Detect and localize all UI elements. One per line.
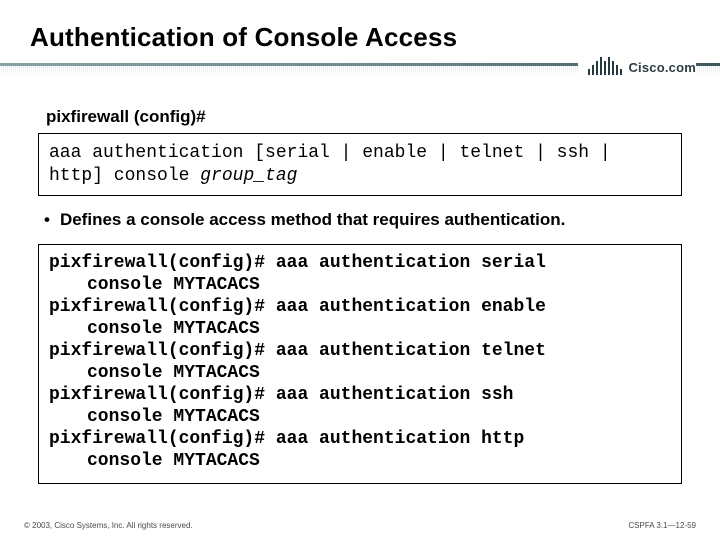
- example-line: pixfirewall(config)# aaa authentication …: [49, 297, 671, 341]
- example-part2: console MYTACACS: [49, 319, 671, 341]
- syntax-command: aaa authentication [serial | enable | te…: [49, 143, 611, 186]
- syntax-box: aaa authentication [serial | enable | te…: [38, 133, 682, 196]
- brand-text: Cisco.com: [628, 60, 696, 75]
- example-part1: pixfirewall(config)# aaa authentication …: [49, 385, 513, 405]
- divider: Cisco.com: [0, 59, 720, 89]
- copyright: © 2003, Cisco Systems, Inc. All rights r…: [24, 521, 193, 530]
- example-part1: pixfirewall(config)# aaa authentication …: [49, 297, 546, 317]
- example-box: pixfirewall(config)# aaa authentication …: [38, 244, 682, 484]
- example-part2: console MYTACACS: [49, 407, 671, 429]
- example-line: pixfirewall(config)# aaa authentication …: [49, 341, 671, 385]
- example-part1: pixfirewall(config)# aaa authentication …: [49, 429, 524, 449]
- syntax-arg: group_tag: [200, 166, 297, 186]
- example-line: pixfirewall(config)# aaa authentication …: [49, 253, 671, 297]
- example-line: pixfirewall(config)# aaa authentication …: [49, 385, 671, 429]
- example-part2: console MYTACACS: [49, 275, 671, 297]
- slide-title: Authentication of Console Access: [0, 0, 720, 59]
- bullet-dot-icon: •: [44, 210, 50, 230]
- description-text: Defines a console access method that req…: [60, 210, 565, 230]
- example-part1: pixfirewall(config)# aaa authentication …: [49, 341, 546, 361]
- brand: Cisco.com: [578, 57, 696, 75]
- footer: © 2003, Cisco Systems, Inc. All rights r…: [24, 521, 696, 530]
- example-line: pixfirewall(config)# aaa authentication …: [49, 429, 671, 473]
- config-prompt-label: pixfirewall (config)#: [38, 103, 682, 133]
- slide-number: CSPFA 3.1—12-59: [628, 521, 696, 530]
- example-part2: console MYTACACS: [49, 363, 671, 385]
- example-part2: console MYTACACS: [49, 451, 671, 473]
- example-part1: pixfirewall(config)# aaa authentication …: [49, 253, 546, 273]
- cisco-bars-icon: [588, 57, 622, 75]
- description-bullet: • Defines a console access method that r…: [38, 196, 682, 244]
